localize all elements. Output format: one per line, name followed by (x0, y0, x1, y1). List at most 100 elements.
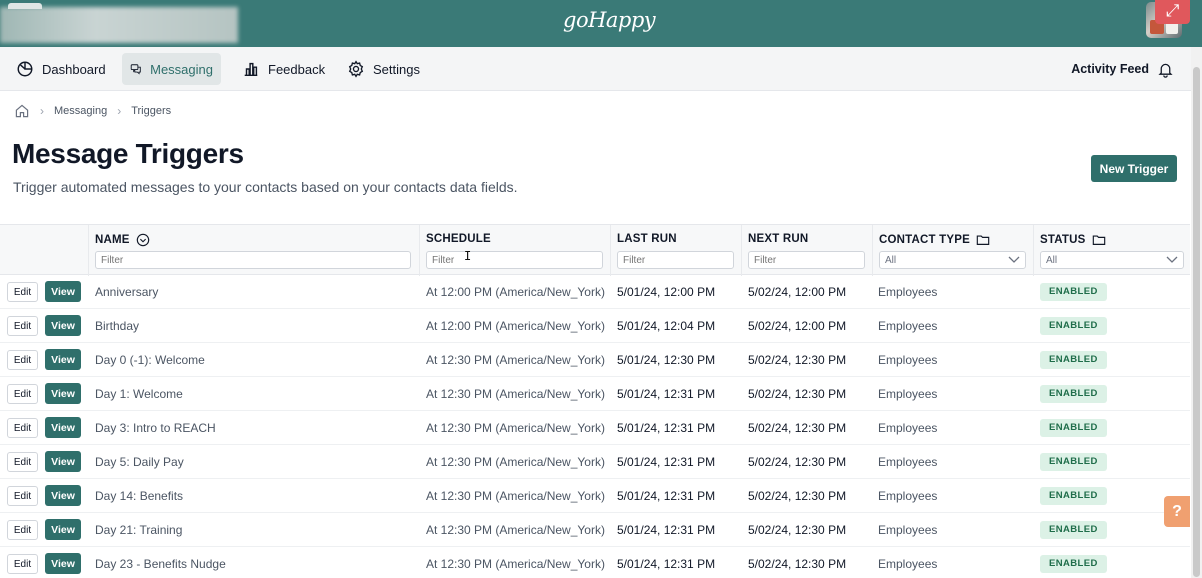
trigger-name[interactable]: Birthday (95, 319, 139, 333)
view-button[interactable]: View (45, 485, 81, 506)
column-schedule-label[interactable]: SCHEDULE (426, 233, 491, 245)
extension-icon[interactable]: ⤢ (1155, 0, 1190, 24)
status-badge: ENABLED (1040, 521, 1107, 539)
trigger-next-run: 5/02/24, 12:30 PM (748, 455, 847, 469)
trigger-schedule: At 12:30 PM (America/New_York) (426, 387, 605, 401)
nav-dashboard[interactable]: Dashboard (8, 53, 114, 85)
table-row: Edit View Day 23 - Benefits Nudge At 12:… (0, 547, 1190, 578)
view-button[interactable]: View (45, 281, 81, 302)
nav-feedback[interactable]: Feedback (234, 53, 333, 85)
table-row: Edit View Day 0 (-1): Welcome At 12:30 P… (0, 343, 1190, 377)
view-button[interactable]: View (45, 349, 81, 370)
trigger-name[interactable]: Day 21: Training (95, 523, 182, 537)
blurred-window-region (0, 7, 238, 43)
trigger-next-run: 5/02/24, 12:30 PM (748, 353, 847, 367)
trigger-name[interactable]: Anniversary (95, 285, 158, 299)
trigger-name[interactable]: Day 1: Welcome (95, 387, 183, 401)
dashboard-icon (17, 61, 33, 77)
last-run-filter-input[interactable] (617, 251, 734, 269)
gear-icon (348, 60, 364, 78)
trigger-schedule: At 12:30 PM (America/New_York) (426, 523, 605, 537)
trigger-contact-type: Employees (878, 353, 938, 367)
trigger-schedule: At 12:30 PM (America/New_York) (426, 353, 605, 367)
edit-button[interactable]: Edit (7, 418, 38, 438)
trigger-last-run: 5/01/24, 12:31 PM (617, 523, 716, 537)
trigger-last-run: 5/01/24, 12:31 PM (617, 421, 716, 435)
edit-button[interactable]: Edit (7, 554, 38, 574)
status-badge: ENABLED (1040, 555, 1107, 573)
edit-button[interactable]: Edit (7, 384, 38, 404)
edit-button[interactable]: Edit (7, 452, 38, 472)
folder-icon[interactable] (1092, 233, 1106, 247)
activity-feed-button[interactable]: Activity Feed (1071, 53, 1174, 85)
help-button[interactable]: ? (1164, 496, 1190, 527)
trigger-contact-type: Employees (878, 489, 938, 503)
column-next-run-label[interactable]: NEXT RUN (748, 233, 808, 245)
edit-button[interactable]: Edit (7, 486, 38, 506)
nav-messaging-label: Messaging (150, 61, 213, 77)
name-filter-input[interactable] (95, 251, 411, 269)
nav-messaging[interactable]: Messaging (122, 53, 221, 85)
folder-icon[interactable] (976, 233, 990, 247)
nav-settings[interactable]: Settings (339, 53, 428, 85)
app-logo[interactable]: goHappy (563, 8, 656, 32)
trigger-next-run: 5/02/24, 12:30 PM (748, 489, 847, 503)
trigger-last-run: 5/01/24, 12:31 PM (617, 387, 716, 401)
trigger-last-run: 5/01/24, 12:30 PM (617, 353, 716, 367)
status-select-value: All (1046, 254, 1058, 266)
table-row: Edit View Day 21: Training At 12:30 PM (… (0, 513, 1190, 547)
column-status-label[interactable]: STATUS (1040, 234, 1086, 246)
table-row: Edit View Birthday At 12:00 PM (America/… (0, 309, 1190, 343)
view-button[interactable]: View (45, 383, 81, 404)
column-name-label[interactable]: NAME (95, 234, 130, 246)
nav-settings-label: Settings (373, 61, 420, 77)
view-button[interactable]: View (45, 417, 81, 438)
edit-button[interactable]: Edit (7, 282, 38, 302)
trigger-name[interactable]: Day 5: Daily Pay (95, 455, 184, 469)
bar-chart-icon (244, 62, 258, 77)
trigger-last-run: 5/01/24, 12:04 PM (617, 319, 716, 333)
contact-type-select-value: All (885, 254, 897, 266)
messaging-icon (130, 64, 141, 75)
trigger-contact-type: Employees (878, 557, 938, 571)
status-badge: ENABLED (1040, 385, 1107, 403)
trigger-name[interactable]: Day 23 - Benefits Nudge (95, 557, 226, 571)
trigger-last-run: 5/01/24, 12:31 PM (617, 489, 716, 503)
column-contact-type-label[interactable]: CONTACT TYPE (879, 234, 970, 246)
home-icon[interactable] (14, 103, 30, 119)
top-header: goHappy ⤢ (0, 0, 1202, 47)
view-button[interactable]: View (45, 553, 81, 574)
column-last-run-label[interactable]: LAST RUN (617, 233, 677, 245)
schedule-filter-input[interactable] (426, 251, 603, 269)
contact-type-select[interactable]: All (879, 251, 1026, 269)
status-badge: ENABLED (1040, 317, 1107, 335)
edit-button[interactable]: Edit (7, 350, 38, 370)
edit-button[interactable]: Edit (7, 316, 38, 336)
table-row: Edit View Day 3: Intro to REACH At 12:30… (0, 411, 1190, 445)
new-trigger-button[interactable]: New Trigger (1091, 155, 1177, 182)
next-run-filter-input[interactable] (748, 251, 865, 269)
view-button[interactable]: View (45, 519, 81, 540)
trigger-next-run: 5/02/24, 12:00 PM (748, 319, 847, 333)
column-schedule: SCHEDULE (419, 225, 609, 276)
trigger-schedule: At 12:30 PM (America/New_York) (426, 557, 605, 571)
edit-button[interactable]: Edit (7, 520, 38, 540)
trigger-name[interactable]: Day 0 (-1): Welcome (95, 353, 205, 367)
breadcrumb: › Messaging › Triggers (14, 103, 171, 119)
text-cursor-icon: I (464, 249, 472, 263)
status-select[interactable]: All (1040, 251, 1184, 269)
trigger-name[interactable]: Day 14: Benefits (95, 489, 183, 503)
trigger-name[interactable]: Day 3: Intro to REACH (95, 421, 216, 435)
sort-down-icon[interactable] (136, 233, 150, 247)
trigger-contact-type: Employees (878, 387, 938, 401)
table-row: Edit View Day 1: Welcome At 12:30 PM (Am… (0, 377, 1190, 411)
trigger-schedule: At 12:30 PM (America/New_York) (426, 489, 605, 503)
trigger-next-run: 5/02/24, 12:30 PM (748, 523, 847, 537)
view-button[interactable]: View (45, 315, 81, 336)
breadcrumb-messaging[interactable]: Messaging (54, 105, 107, 117)
view-button[interactable]: View (45, 451, 81, 472)
page-scrollbar[interactable] (1191, 47, 1202, 578)
bell-icon (1158, 63, 1173, 78)
scrollbar-thumb[interactable] (1193, 67, 1200, 577)
chevron-right-icon: › (40, 104, 44, 118)
